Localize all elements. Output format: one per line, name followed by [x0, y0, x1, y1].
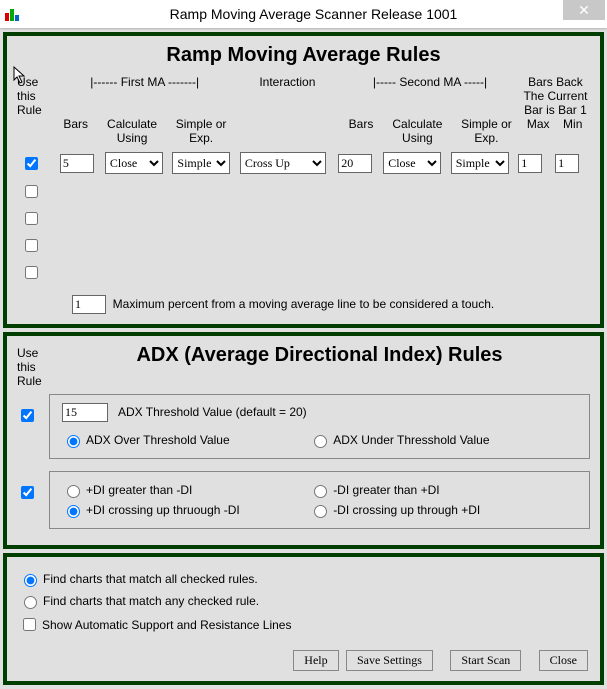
di-lt-radio[interactable] [314, 485, 327, 498]
use-rule-2-checkbox[interactable] [25, 185, 38, 198]
calc1-select[interactable]: Close [105, 152, 163, 174]
di-gt-radio-label[interactable]: +DI greater than -DI [62, 482, 309, 498]
use-di-rule-checkbox[interactable] [21, 486, 34, 499]
adx-under-radio[interactable] [314, 435, 327, 448]
match-all-radio-label[interactable]: Find charts that match all checked rules… [19, 571, 258, 587]
adx-threshold-label: ADX Threshold Value (default = 20) [118, 405, 307, 419]
close-icon: ✕ [578, 2, 590, 19]
di-crossdown-radio-label[interactable]: -DI crossing up through +DI [309, 502, 556, 518]
match-any-radio[interactable] [24, 596, 37, 609]
adx-under-radio-label[interactable]: ADX Under Thresshold Value [309, 432, 556, 448]
bars2-input[interactable] [338, 154, 372, 173]
save-settings-button[interactable]: Save Settings [346, 650, 433, 671]
di-crossup-radio[interactable] [67, 505, 80, 518]
type1-select[interactable]: Simple [172, 152, 230, 174]
use-rule-3-checkbox[interactable] [25, 212, 38, 225]
show-lines-checkbox[interactable] [23, 618, 36, 631]
interaction-select[interactable]: Cross Up [240, 152, 326, 174]
type2-select[interactable]: Simple [451, 152, 509, 174]
min-input[interactable] [555, 154, 579, 173]
bars1-input[interactable] [60, 154, 94, 173]
ma-rule-rows: Close Simple Cross Up Close Simple [17, 147, 590, 287]
calc2-select[interactable]: Close [383, 152, 441, 174]
di-lt-radio-label[interactable]: -DI greater than +DI [309, 482, 556, 498]
di-crossup-radio-label[interactable]: +DI crossing up thruough -DI [62, 502, 309, 518]
use-rule-4-checkbox[interactable] [25, 239, 38, 252]
close-button[interactable]: Close [539, 650, 588, 671]
ma-rules-heading: Ramp Moving Average Rules [17, 44, 590, 67]
adx-rules-heading: ADX (Average Directional Index) Rules [49, 344, 590, 367]
close-window-button[interactable]: ✕ [563, 0, 605, 20]
match-all-radio[interactable] [24, 574, 37, 587]
start-scan-button[interactable]: Start Scan [450, 650, 521, 671]
app-icon [4, 6, 20, 22]
di-gt-radio[interactable] [67, 485, 80, 498]
cursor-icon [13, 66, 29, 87]
use-rule-1-checkbox[interactable] [25, 157, 38, 170]
match-any-radio-label[interactable]: Find charts that match any checked rule. [19, 593, 259, 609]
di-crossdown-radio[interactable] [314, 505, 327, 518]
touch-percent-label: Maximum percent from a moving average li… [113, 297, 495, 311]
max-input[interactable] [518, 154, 542, 173]
ma-header-row: Use this Rule |------ First MA -------| … [17, 75, 590, 145]
use-this-rule-label: Use this Rule [17, 344, 49, 388]
window-title: Ramp Moving Average Scanner Release 1001 [20, 6, 607, 22]
use-adx-threshold-checkbox[interactable] [21, 409, 34, 422]
help-button[interactable]: Help [293, 650, 338, 671]
adx-threshold-input[interactable] [62, 403, 108, 422]
touch-percent-input[interactable] [72, 295, 106, 314]
use-rule-5-checkbox[interactable] [25, 266, 38, 279]
adx-over-radio[interactable] [67, 435, 80, 448]
adx-over-radio-label[interactable]: ADX Over Threshold Value [62, 432, 309, 448]
show-lines-checkbox-label[interactable]: Show Automatic Support and Resistance Li… [19, 615, 291, 634]
